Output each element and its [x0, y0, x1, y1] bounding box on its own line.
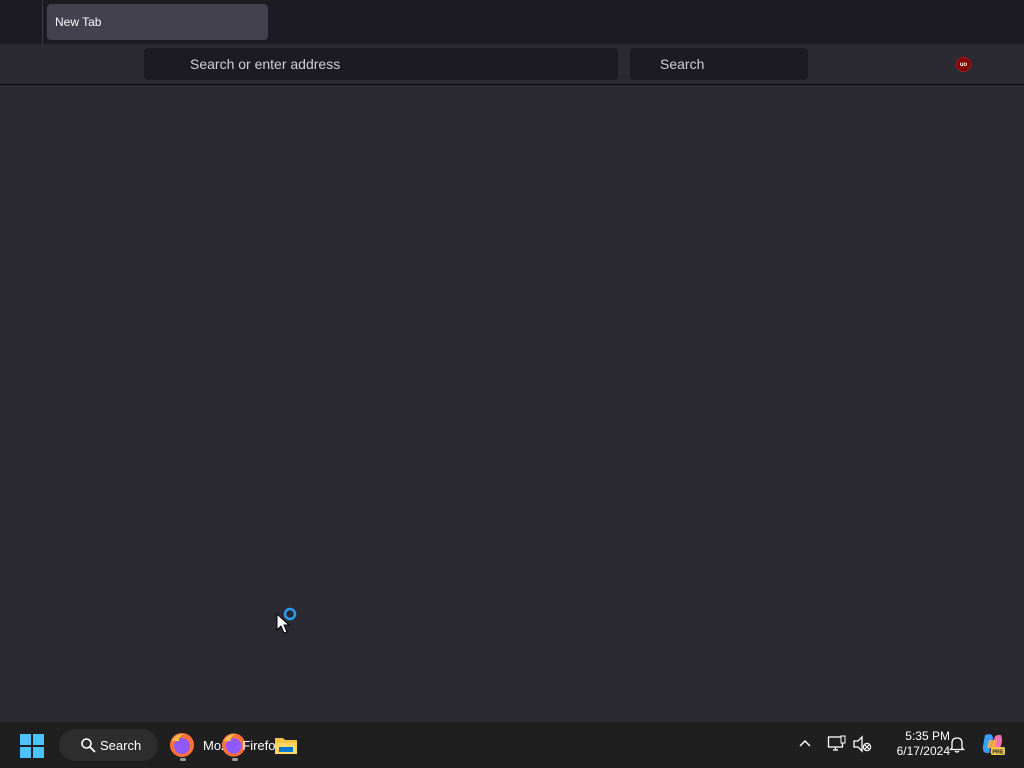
- taskbar-search-label: Search: [100, 737, 142, 753]
- running-indicator: [180, 758, 186, 761]
- taskbar: Search Moz Firefox 5:35 PM 6/17/2024 PRE: [0, 721, 1024, 768]
- tab-title: New Tab: [55, 15, 102, 29]
- search-icon: [81, 738, 96, 753]
- clock-date: 6/17/2024: [896, 744, 950, 758]
- network-icon: [827, 735, 846, 751]
- tab-strip: New Tab: [0, 0, 1024, 44]
- windows-start-icon[interactable]: [18, 732, 46, 760]
- address-bar[interactable]: Search or enter address: [144, 48, 618, 80]
- notifications-button[interactable]: [946, 733, 968, 755]
- volume-button[interactable]: [851, 733, 873, 755]
- chevron-up-icon: [799, 739, 811, 747]
- busy-cursor-icon: [276, 607, 297, 634]
- ublock-origin-icon[interactable]: uo: [956, 57, 971, 72]
- address-bar-placeholder: Search or enter address: [190, 56, 341, 72]
- bell-icon: [948, 737, 966, 753]
- file-explorer-icon: [275, 738, 297, 754]
- copilot-badge: PRE: [992, 749, 1004, 755]
- show-hidden-icons-button[interactable]: [794, 733, 816, 755]
- clock-time: 5:35 PM: [905, 729, 950, 743]
- taskbar-app-file-explorer[interactable]: [272, 728, 302, 762]
- page-content: [0, 85, 1024, 721]
- running-indicator: [232, 758, 238, 761]
- navigation-toolbar: Search or enter address Search uo: [0, 44, 1024, 85]
- volume-muted-icon: [853, 735, 872, 753]
- search-bar-placeholder: Search: [660, 56, 705, 72]
- tab-new-tab[interactable]: New Tab: [47, 4, 268, 40]
- network-button[interactable]: [826, 733, 848, 755]
- taskbar-clock[interactable]: 5:35 PM 6/17/2024: [876, 729, 950, 763]
- search-bar[interactable]: Search: [630, 48, 808, 80]
- taskbar-search-button[interactable]: Search: [59, 729, 158, 761]
- copilot-icon: PRE: [982, 734, 1005, 755]
- extension-badge-text: uo: [959, 61, 968, 68]
- copilot-button[interactable]: PRE: [980, 731, 1006, 757]
- tab-divider: [42, 0, 43, 44]
- firefox-icon: [170, 733, 194, 757]
